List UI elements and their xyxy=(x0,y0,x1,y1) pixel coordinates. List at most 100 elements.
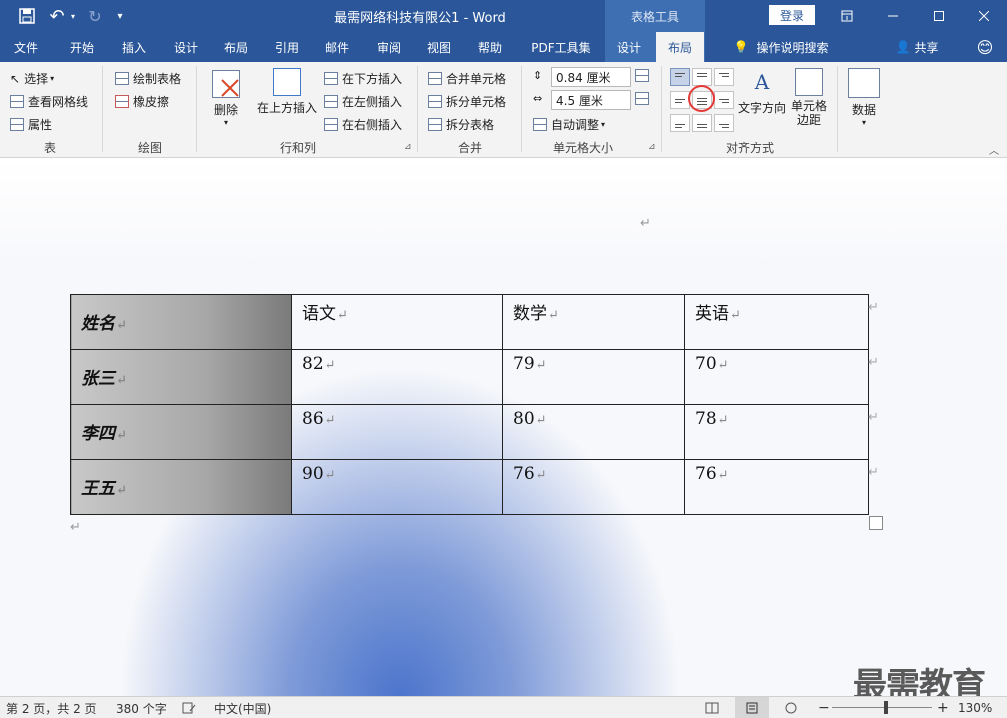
print-layout-icon[interactable] xyxy=(735,697,769,718)
align-top-left-button[interactable] xyxy=(670,68,690,86)
tab-table-design[interactable]: 设计 xyxy=(605,32,653,62)
close-icon[interactable] xyxy=(973,0,995,32)
align-bottom-right-button[interactable] xyxy=(714,114,734,132)
paragraph-mark: ↵ xyxy=(717,358,729,373)
insert-below-button[interactable]: 在下方插入 xyxy=(324,70,402,87)
align-bottom-left-button[interactable] xyxy=(670,114,690,132)
row-end-mark: ↵ xyxy=(868,355,879,370)
document-area[interactable]: ↵ 姓名↵ 语文↵ 数学↵ 英语↵ 张三↵ 82↵ 79↵ 70↵ 李四↵ 86… xyxy=(0,158,1007,696)
align-middle-left-button[interactable] xyxy=(670,91,690,109)
tab-view[interactable]: 视图 xyxy=(415,32,463,62)
delete-table-icon xyxy=(212,70,240,98)
tab-layout[interactable]: 布局 xyxy=(212,32,260,62)
cell-margins-button[interactable]: 单元格 边距 xyxy=(788,68,830,127)
insert-right-button[interactable]: 在右侧插入 xyxy=(324,116,402,133)
align-top-right-button[interactable] xyxy=(714,68,734,86)
cursor-icon: ↖ xyxy=(10,71,21,86)
table-cell[interactable]: 79↵ xyxy=(502,349,685,405)
tab-table-layout[interactable]: 布局 xyxy=(656,32,704,62)
insert-left-button[interactable]: 在左侧插入 xyxy=(324,93,402,110)
table-cell[interactable]: 数学↵ xyxy=(502,294,685,350)
share-button[interactable]: 👤 共享 xyxy=(890,32,944,62)
tab-references[interactable]: 引用 xyxy=(263,32,311,62)
table-cell[interactable]: 78↵ xyxy=(684,404,869,460)
tab-help[interactable]: 帮助 xyxy=(466,32,514,62)
distribute-columns-icon[interactable] xyxy=(635,92,653,105)
page-count[interactable]: 第 2 页，共 2 页 xyxy=(6,697,97,718)
text-direction-button[interactable]: A 文字方向 xyxy=(736,68,788,116)
undo-icon[interactable]: ↶ xyxy=(46,0,68,32)
group-label-table: 表 xyxy=(43,141,56,155)
table-cell[interactable]: 82↵ xyxy=(291,349,503,405)
split-table-button[interactable]: 拆分表格 xyxy=(428,116,494,133)
row-end-mark: ↵ xyxy=(868,410,879,425)
tab-insert[interactable]: 插入 xyxy=(110,32,158,62)
insert-above-button[interactable]: 在上方插入 xyxy=(256,68,318,116)
proofing-icon[interactable] xyxy=(182,697,196,718)
undo-dropdown-icon[interactable]: ▾ xyxy=(68,0,78,32)
row-height-input[interactable]: 0.84 厘米 xyxy=(551,67,631,87)
table-cell[interactable]: 76↵ xyxy=(502,459,685,515)
table-cell[interactable]: 王五↵ xyxy=(70,459,292,515)
zoom-slider-thumb[interactable] xyxy=(884,701,888,714)
insert-above-icon xyxy=(273,68,301,96)
paragraph-mark: ↵ xyxy=(548,308,559,323)
table-cell[interactable]: 英语↵ xyxy=(684,294,869,350)
customize-qat-icon[interactable]: ▾ xyxy=(112,0,128,32)
language-indicator[interactable]: 中文(中国) xyxy=(214,697,271,718)
maximize-icon[interactable] xyxy=(928,0,950,32)
word-count[interactable]: 380 个字 xyxy=(116,697,167,718)
view-gridlines-button[interactable]: 查看网格线 xyxy=(10,93,88,110)
minimize-icon[interactable] xyxy=(882,0,904,32)
data-button[interactable]: 数据 ▾ xyxy=(846,68,882,127)
table-cell[interactable]: 张三↵ xyxy=(70,349,292,405)
split-cells-button[interactable]: 拆分单元格 xyxy=(428,93,506,110)
eraser-button[interactable]: 橡皮擦 xyxy=(115,93,169,110)
save-icon[interactable] xyxy=(16,0,38,32)
zoom-out-icon[interactable]: − xyxy=(818,697,830,718)
redo-icon[interactable]: ↻ xyxy=(84,0,106,32)
chevron-down-icon: ▾ xyxy=(223,118,228,127)
align-middle-right-button[interactable] xyxy=(714,91,734,109)
delete-button[interactable]: 删除 ▾ xyxy=(208,70,244,127)
autofit-button[interactable]: 自动调整 ▾ xyxy=(533,116,605,133)
tab-review[interactable]: 审阅 xyxy=(365,32,413,62)
collapse-ribbon-icon[interactable]: ︿ xyxy=(989,142,999,157)
web-layout-icon[interactable] xyxy=(784,697,798,718)
align-top-center-button[interactable] xyxy=(692,68,712,86)
tab-design[interactable]: 设计 xyxy=(162,32,210,62)
table-cell[interactable]: 70↵ xyxy=(684,349,869,405)
table-cell[interactable]: 姓名↵ xyxy=(70,294,292,350)
cell-size-dialog-launcher-icon[interactable]: ⊿ xyxy=(648,142,656,152)
column-width-input[interactable]: 4.5 厘米 xyxy=(551,90,631,110)
table-resize-handle[interactable] xyxy=(869,516,883,530)
zoom-in-icon[interactable]: + xyxy=(937,697,949,718)
zoom-slider[interactable] xyxy=(832,697,932,718)
properties-button[interactable]: 属性 xyxy=(10,116,52,133)
distribute-rows-icon[interactable] xyxy=(635,69,653,82)
zoom-level[interactable]: 130% xyxy=(958,697,992,718)
merge-cells-button[interactable]: 合并单元格 xyxy=(428,70,506,87)
tab-home[interactable]: 开始 xyxy=(58,32,106,62)
tab-pdf-tools[interactable]: PDF工具集 xyxy=(524,32,598,62)
table-cell[interactable]: 80↵ xyxy=(502,404,685,460)
group-separator xyxy=(196,66,197,152)
table-cell[interactable]: 语文↵ xyxy=(291,294,503,350)
tab-file[interactable]: 文件 xyxy=(4,32,48,62)
rows-columns-dialog-launcher-icon[interactable]: ⊿ xyxy=(404,142,412,152)
table-cell[interactable]: 90↵ xyxy=(291,459,503,515)
select-button[interactable]: ↖ 选择 ▾ xyxy=(10,70,54,87)
ribbon-display-options-icon[interactable] xyxy=(836,0,858,32)
tell-me-search[interactable]: 💡 操作说明搜索 xyxy=(716,32,846,62)
table-cell[interactable]: 86↵ xyxy=(291,404,503,460)
split-table-icon xyxy=(428,118,442,131)
login-button[interactable]: 登录 xyxy=(769,5,815,25)
score-table[interactable]: 姓名↵ 语文↵ 数学↵ 英语↵ 张三↵ 82↵ 79↵ 70↵ 李四↵ 86↵ … xyxy=(70,294,869,515)
draw-table-button[interactable]: 绘制表格 xyxy=(115,70,181,87)
align-bottom-center-button[interactable] xyxy=(692,114,712,132)
smiley-feedback-icon[interactable]: 😊 xyxy=(970,32,1000,62)
table-cell[interactable]: 李四↵ xyxy=(70,404,292,460)
table-cell[interactable]: 76↵ xyxy=(684,459,869,515)
tab-mailings[interactable]: 邮件 xyxy=(313,32,361,62)
read-mode-icon[interactable] xyxy=(705,697,719,718)
